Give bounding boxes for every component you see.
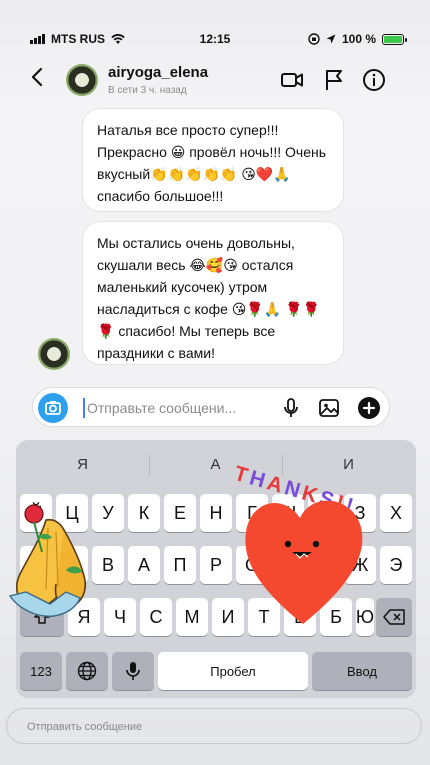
chat-username[interactable]: airyoga_elena: [108, 64, 208, 81]
story-reply-bar: [6, 708, 422, 744]
key[interactable]: С: [140, 598, 172, 636]
chat-header: airyoga_elena В сети 3 ч. назад: [0, 58, 430, 102]
gallery-icon[interactable]: [317, 396, 341, 420]
backspace-key[interactable]: [376, 598, 412, 636]
backspace-icon: [383, 609, 405, 625]
key[interactable]: Н: [200, 494, 232, 532]
camera-icon: [45, 401, 61, 415]
suggestion-item[interactable]: Я: [16, 456, 149, 473]
battery-percent: 100 %: [341, 32, 376, 46]
video-camera-icon[interactable]: [280, 68, 304, 92]
heart-sticker[interactable]: [238, 488, 368, 628]
key[interactable]: А: [128, 546, 160, 584]
key[interactable]: К: [128, 494, 160, 532]
key[interactable]: Е: [164, 494, 196, 532]
suggestion-item[interactable]: И: [282, 456, 415, 473]
message-composer: [32, 387, 390, 427]
info-icon[interactable]: [362, 68, 386, 92]
text-caret: [83, 398, 85, 418]
location-icon: [326, 34, 336, 44]
return-key[interactable]: Ввод: [312, 652, 412, 690]
battery-icon: [382, 33, 407, 45]
globe-icon: [77, 661, 97, 681]
camera-button[interactable]: [38, 393, 68, 423]
microphone-icon[interactable]: [279, 396, 303, 420]
key[interactable]: Р: [200, 546, 232, 584]
numbers-key[interactable]: 123: [20, 652, 62, 690]
key[interactable]: Х: [380, 494, 412, 532]
add-icon[interactable]: [357, 396, 381, 420]
sender-avatar: [38, 338, 70, 370]
space-key[interactable]: Пробел: [158, 652, 308, 690]
dictation-key[interactable]: [112, 652, 154, 690]
globe-key[interactable]: [66, 652, 108, 690]
last-seen-status: В сети 3 ч. назад: [108, 85, 187, 96]
key[interactable]: П: [164, 546, 196, 584]
back-chevron-icon[interactable]: [30, 66, 44, 92]
key[interactable]: Ч: [104, 598, 136, 636]
status-bar: MTS RUS 12:15 100 %: [0, 28, 430, 50]
message-bubble[interactable]: Мы остались очень довольны, скушали весь…: [82, 221, 344, 365]
suggestion-bar: Я А И: [16, 448, 416, 478]
story-reply-input[interactable]: [27, 717, 327, 737]
avatar[interactable]: [66, 64, 98, 96]
status-right: 100 %: [308, 32, 407, 46]
message-input[interactable]: [87, 397, 267, 419]
screen: MTS RUS 12:15 100 % airyoga_elena В сети…: [0, 0, 430, 765]
message-bubble[interactable]: Наталья все просто супер!!! Прекрасно 😀 …: [82, 108, 344, 212]
praying-hands-sticker[interactable]: [6, 500, 102, 620]
microphone-icon: [126, 662, 140, 680]
orientation-lock-icon: [308, 33, 320, 45]
key[interactable]: М: [176, 598, 208, 636]
key[interactable]: Э: [380, 546, 412, 584]
flag-icon[interactable]: [322, 68, 346, 92]
